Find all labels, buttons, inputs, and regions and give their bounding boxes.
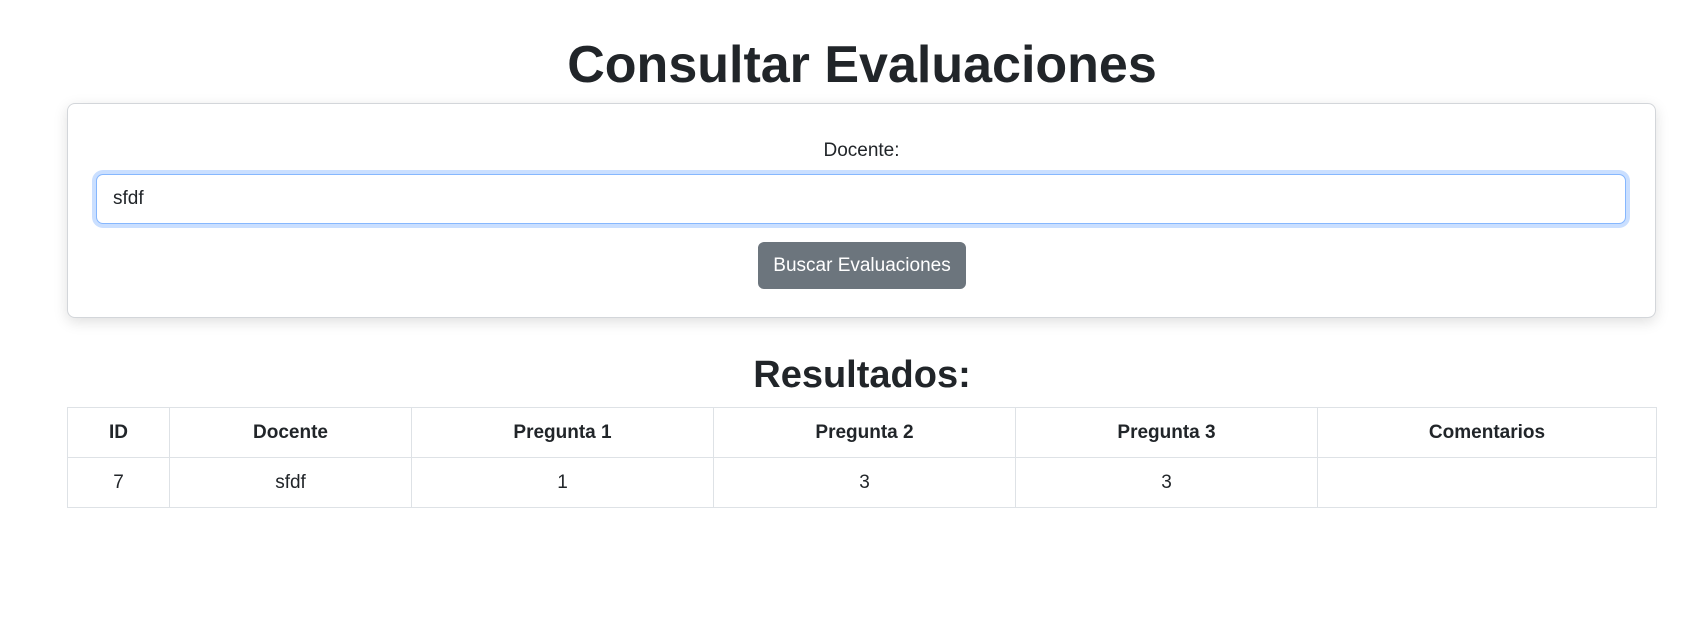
column-header-pregunta-3: Pregunta 3 [1015,407,1318,458]
page-title: Consultar Evaluaciones [567,36,1157,94]
search-card: Docente: Buscar Evaluaciones [67,103,1656,318]
cell-comentarios [1317,457,1657,508]
column-header-id: ID [67,407,170,458]
cell-pregunta-1: 1 [411,457,714,508]
cell-id: 7 [67,457,170,508]
docente-input[interactable] [96,174,1626,224]
results-title: Resultados: [753,354,971,396]
cell-pregunta-3: 3 [1015,457,1318,508]
cell-docente: sfdf [169,457,412,508]
table-header-row: ID Docente Pregunta 1 Pregunta 2 Pregunt… [67,407,1657,458]
column-header-comentarios: Comentarios [1317,407,1657,458]
buscar-evaluaciones-button[interactable]: Buscar Evaluaciones [758,242,966,289]
column-header-docente: Docente [169,407,412,458]
column-header-pregunta-1: Pregunta 1 [411,407,714,458]
docente-label: Docente: [823,140,900,161]
cell-pregunta-2: 3 [713,457,1016,508]
column-header-pregunta-2: Pregunta 2 [713,407,1016,458]
results-table: ID Docente Pregunta 1 Pregunta 2 Pregunt… [67,407,1657,508]
table-row: 7 sfdf 1 3 3 [67,457,1657,508]
